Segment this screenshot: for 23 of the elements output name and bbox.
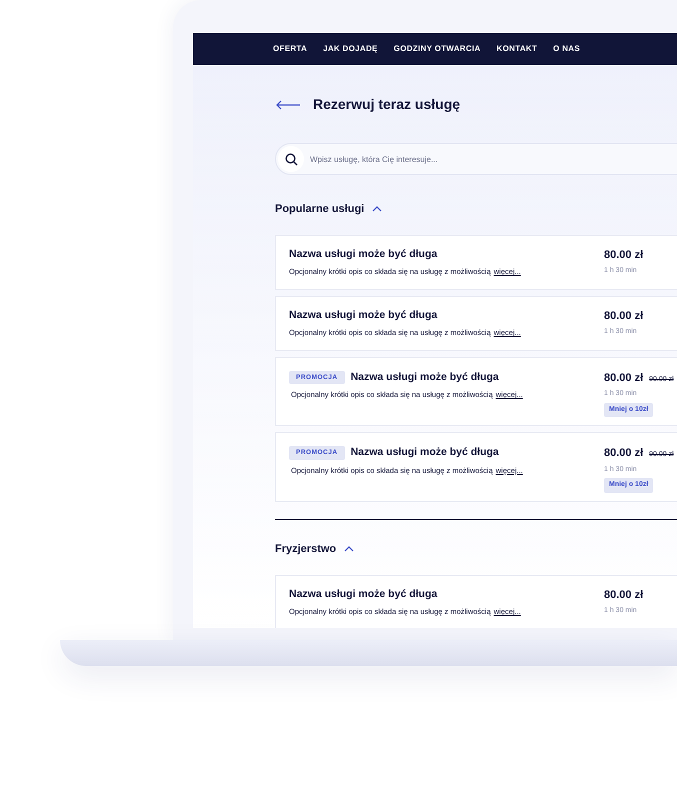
nav-link[interactable]: GODZINY OTWARCIA <box>394 43 481 55</box>
nav-link[interactable]: JAK DOJADĘ <box>323 43 378 55</box>
price: 80.00 zł <box>604 370 644 386</box>
service-name: Nazwa usługi może być długa <box>350 370 499 384</box>
service-name: Nazwa usługi może być długa <box>350 445 499 460</box>
nav-link[interactable]: KONTAKT <box>496 43 538 55</box>
section-title: Fryzjerstwo <box>275 542 336 557</box>
price: 80.00 zł <box>604 446 644 461</box>
price: 80.00 zł <box>604 308 644 324</box>
chevron-up-icon[interactable] <box>372 206 382 212</box>
search-icon <box>284 152 298 166</box>
back-arrow-icon[interactable] <box>275 100 301 110</box>
service-name: Nazwa usługi może być długa <box>289 308 438 322</box>
search-field[interactable]: Wpisz usługę, która Cię interesuje... <box>275 143 677 175</box>
price: 80.00 zł <box>604 588 644 602</box>
section-title: Popularne usługi <box>275 202 364 217</box>
chevron-up-icon[interactable] <box>344 546 354 552</box>
page-title: Rezerwuj teraz usługę <box>313 95 460 114</box>
price: 80.00 zł <box>604 248 644 262</box>
service-name: Nazwa usługi może być długa <box>289 246 438 262</box>
nav-link[interactable]: OFERTA <box>273 43 308 55</box>
nav-link[interactable]: O NAS <box>553 43 580 55</box>
service-name: Nazwa usługi może być długa <box>289 586 438 602</box>
